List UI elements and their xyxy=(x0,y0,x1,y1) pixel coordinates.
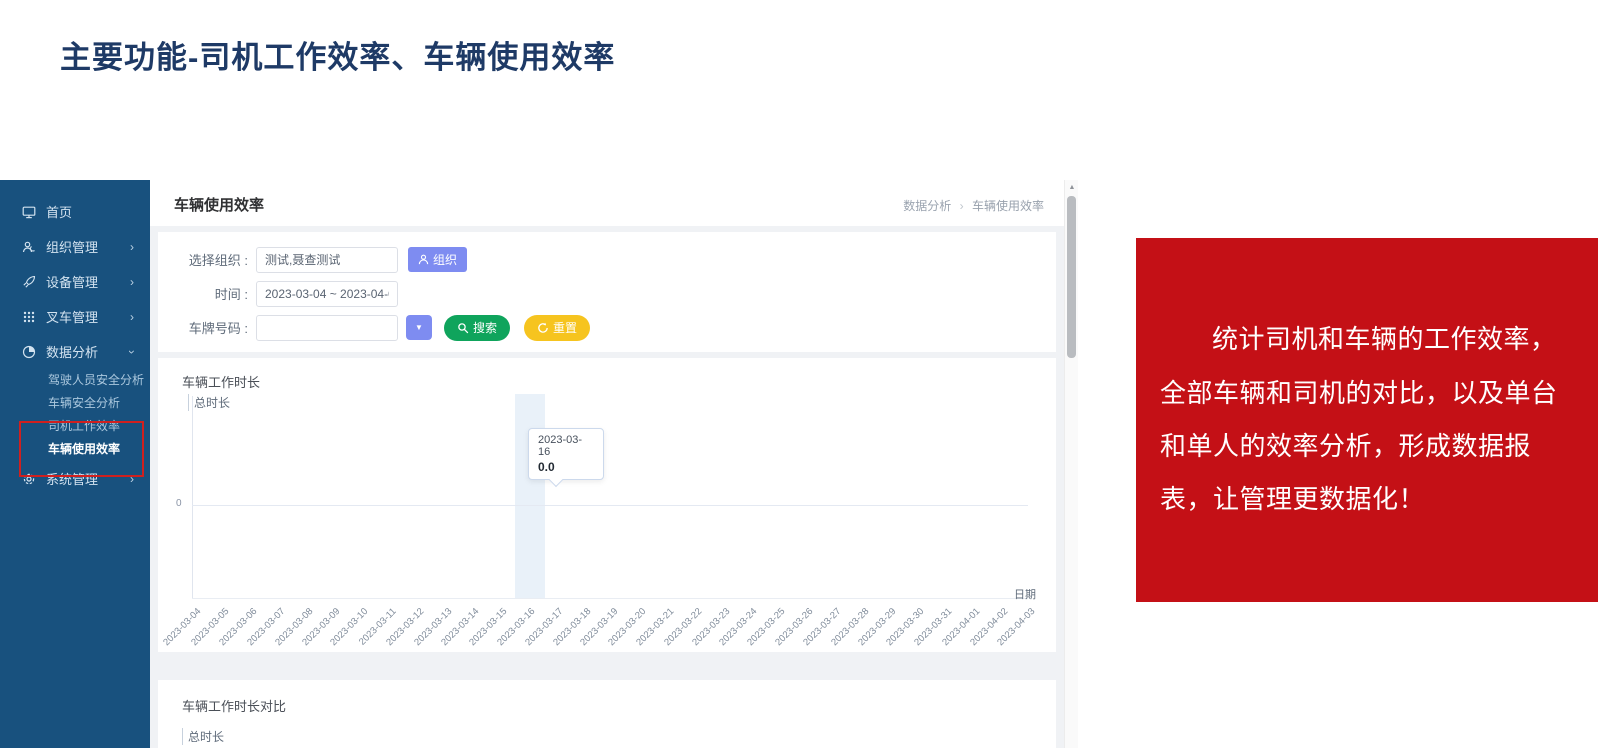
sidebar-item-data-analysis[interactable]: 数据分析 › xyxy=(0,334,150,369)
x-axis-labels: 2023-03-042023-03-052023-03-062023-03-07… xyxy=(182,600,1032,646)
y-axis-name: 总时长 xyxy=(188,394,230,411)
chart-tooltip: 2023-03-16 0.0 xyxy=(528,428,604,480)
sidebar-item-organization[interactable]: 组织管理 › xyxy=(0,229,150,264)
sidebar-item-vehicle-safety-analysis[interactable]: 车辆安全分析 xyxy=(0,392,150,415)
scrollbar-thumb[interactable] xyxy=(1067,196,1076,358)
plate-number-label: 车牌号码 : xyxy=(182,318,248,337)
chevron-down-icon: › xyxy=(125,350,139,354)
sidebar-item-label: 数据分析 xyxy=(46,342,98,361)
chevron-right-icon: › xyxy=(130,310,134,324)
sidebar-item-label: 组织管理 xyxy=(46,237,98,256)
sidebar-item-driver-safety-analysis[interactable]: 驾驶人员安全分析 xyxy=(0,369,150,392)
plate-dropdown-button[interactable]: ▼ xyxy=(406,315,432,340)
y-axis-name: 总时长 xyxy=(182,728,224,745)
breadcrumb: 数据分析 › 车辆使用效率 xyxy=(903,197,1044,214)
filter-panel: 选择组织 : 组织 时间 : 车牌号码 : xyxy=(158,232,1056,352)
search-button-label: 搜索 xyxy=(473,319,497,336)
y-axis-tick-label: 0 xyxy=(176,498,182,509)
reset-button[interactable]: 重置 xyxy=(524,315,590,341)
breadcrumb-separator-icon: › xyxy=(960,199,964,213)
main-content: 车辆使用效率 数据分析 › 车辆使用效率 选择组织 : xyxy=(150,180,1064,748)
reset-button-label: 重置 xyxy=(553,319,577,336)
scrollbar[interactable]: ▲ xyxy=(1064,180,1078,748)
description-panel: 统计司机和车辆的工作效率，全部车辆和司机的对比，以及单台和单人的效率分析，形成数… xyxy=(1136,238,1598,602)
description-text: 统计司机和车辆的工作效率，全部车辆和司机的对比，以及单台和单人的效率分析，形成数… xyxy=(1160,313,1574,526)
refresh-icon xyxy=(537,322,549,334)
slide: 主要功能-司机工作效率、车辆使用效率 首页 xyxy=(0,0,1598,748)
organization-icon xyxy=(22,240,36,254)
chart-plot-area: 总时长 0 2023-03-16 0.0 2023-03-042023-03-0… xyxy=(182,394,1032,646)
forklift-icon xyxy=(22,310,36,324)
person-icon xyxy=(418,254,429,265)
tooltip-date: 2023-03-16 xyxy=(538,434,594,458)
sidebar: 首页 组织管理 › 设备管理 xyxy=(0,180,150,748)
sidebar-item-label: 首页 xyxy=(46,202,72,221)
chart-title: 车辆工作时长 xyxy=(182,372,1032,394)
sidebar-item-forklift[interactable]: 叉车管理 › xyxy=(0,299,150,334)
time-label: 时间 : xyxy=(182,284,248,303)
sidebar-item-label: 叉车管理 xyxy=(46,307,98,326)
vehicle-work-hours-compare-card: 车辆工作时长对比 总时长 xyxy=(158,680,1056,748)
slide-title: 主要功能-司机工作效率、车辆使用效率 xyxy=(60,32,615,77)
device-icon xyxy=(22,275,36,289)
page-title: 车辆使用效率 xyxy=(174,194,264,215)
scrollbar-up-arrow-icon[interactable]: ▲ xyxy=(1065,184,1079,191)
caret-down-icon: ▼ xyxy=(415,323,423,332)
page-header: 车辆使用效率 数据分析 › 车辆使用效率 xyxy=(150,180,1064,226)
search-button[interactable]: 搜索 xyxy=(444,315,510,341)
chart-hover-band xyxy=(515,394,545,598)
tooltip-arrow xyxy=(549,473,563,487)
x-axis-name: 日期 xyxy=(1014,586,1036,602)
org-select-input[interactable] xyxy=(256,247,398,273)
annotation-highlight-box xyxy=(19,421,144,477)
app-window: 首页 组织管理 › 设备管理 xyxy=(0,180,1078,748)
sidebar-item-device[interactable]: 设备管理 › xyxy=(0,264,150,299)
y-axis-line xyxy=(192,396,193,598)
x-axis-line xyxy=(192,598,1028,599)
chevron-right-icon: › xyxy=(130,240,134,254)
chart-title: 车辆工作时长对比 xyxy=(182,696,1032,718)
home-icon xyxy=(22,205,36,219)
tooltip-value: 0.0 xyxy=(538,460,594,474)
chevron-right-icon: › xyxy=(130,275,134,289)
org-button-label: 组织 xyxy=(433,251,457,268)
plate-number-input[interactable] xyxy=(256,315,398,341)
org-select-label: 选择组织 : xyxy=(182,250,248,269)
org-button[interactable]: 组织 xyxy=(408,247,467,272)
sidebar-item-home[interactable]: 首页 xyxy=(0,194,150,229)
data-analysis-icon xyxy=(22,345,36,359)
time-range-input[interactable] xyxy=(256,281,398,307)
zero-gridline xyxy=(192,505,1028,506)
search-icon xyxy=(457,322,469,334)
breadcrumb-current: 车辆使用效率 xyxy=(972,199,1044,213)
sidebar-item-label: 设备管理 xyxy=(46,272,98,291)
breadcrumb-section[interactable]: 数据分析 xyxy=(903,199,951,213)
vehicle-work-hours-chart-card: 车辆工作时长 总时长 0 2023-03-16 0.0 2023-03-0420… xyxy=(158,358,1056,652)
